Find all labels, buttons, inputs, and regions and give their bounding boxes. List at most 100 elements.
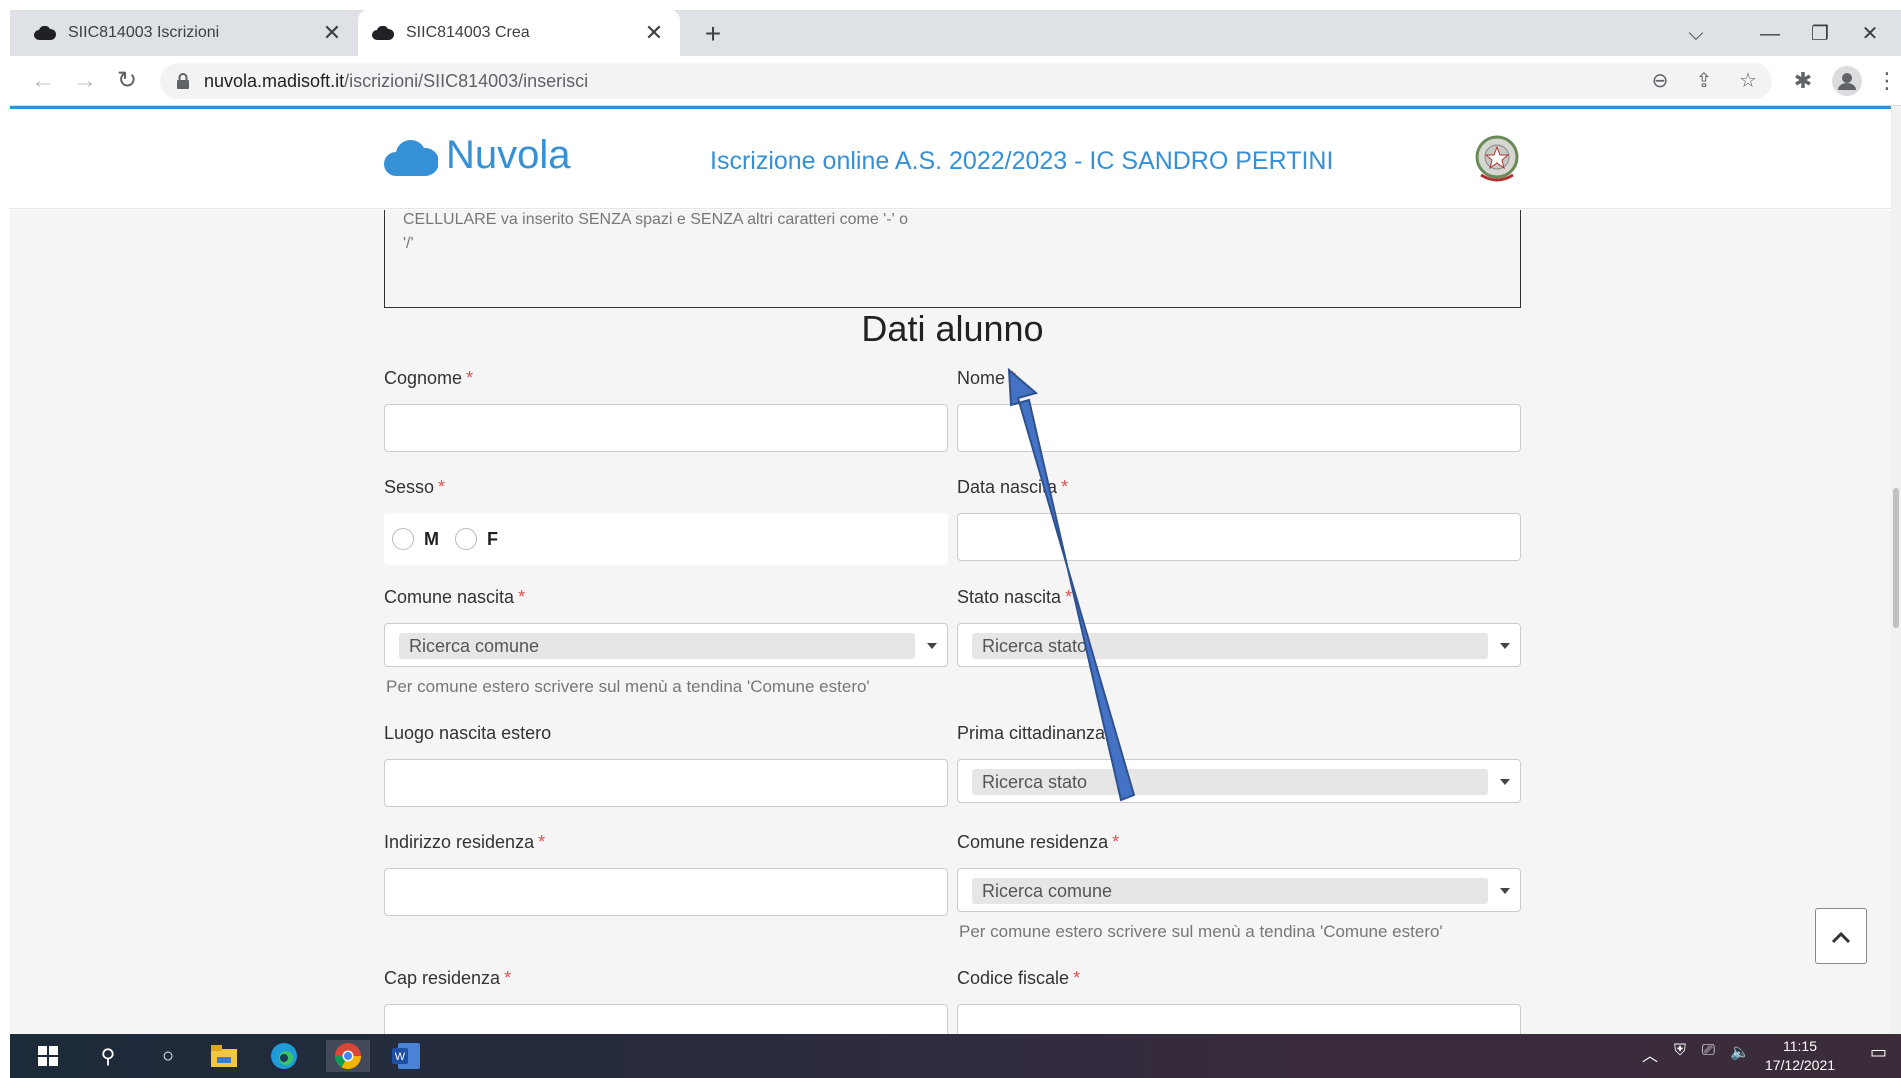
- menu-kebab-icon[interactable]: ⋮: [1872, 66, 1901, 96]
- edge-browser-icon[interactable]: [266, 1040, 302, 1072]
- windows-taskbar: ⚲ ○ W ︿ ⛨ ⎚ 🔈 11:15 17/12/2021 ▭: [10, 1034, 1901, 1078]
- file-explorer-icon[interactable]: [206, 1040, 242, 1072]
- italian-republic-emblem-icon: [1473, 133, 1521, 185]
- field-nome: Nome *: [957, 368, 1521, 452]
- extensions-icon[interactable]: ✱: [1788, 66, 1818, 96]
- taskbar-clock[interactable]: 11:15 17/12/2021: [1750, 1037, 1850, 1075]
- prima-cittadinanza-select[interactable]: Ricerca stato: [957, 759, 1521, 803]
- page-scrollbar[interactable]: [1891, 106, 1901, 1034]
- select-placeholder: Ricerca stato: [972, 769, 1488, 795]
- page-title: Iscrizione online A.S. 2022/2023 - IC SA…: [710, 147, 1334, 175]
- field-label: Cognome: [384, 368, 463, 388]
- select-placeholder: Ricerca comune: [399, 633, 915, 659]
- bookmark-star-icon[interactable]: ☆: [1736, 69, 1760, 93]
- scroll-to-top-button[interactable]: [1815, 908, 1867, 964]
- cap-residenza-input[interactable]: [384, 1004, 948, 1034]
- browser-toolbar: ← → ↻ nuvola.madisoft.it/iscrizioni/SIIC…: [10, 56, 1901, 106]
- back-icon[interactable]: ←: [28, 66, 58, 96]
- task-view-icon[interactable]: ○: [150, 1040, 186, 1072]
- tab-strip: SIIC814003 Iscrizioni ✕ SIIC814003 Crea …: [10, 10, 1901, 56]
- field-label: Comune nascita: [384, 587, 515, 607]
- luogo-nascita-estero-input[interactable]: [384, 759, 948, 807]
- tab-crea[interactable]: SIIC814003 Crea ✕: [358, 10, 680, 56]
- help-text: Per comune estero scrivere sul menù a te…: [959, 922, 1443, 941]
- share-icon[interactable]: ⇪: [1692, 69, 1716, 93]
- word-icon[interactable]: W: [388, 1040, 424, 1072]
- required-mark: *: [1009, 368, 1017, 388]
- comune-nascita-select[interactable]: Ricerca comune: [384, 623, 948, 667]
- required-mark: *: [1109, 723, 1117, 743]
- sesso-radio-m[interactable]: [392, 528, 414, 550]
- cloud-icon: [34, 26, 56, 40]
- address-bar[interactable]: nuvola.madisoft.it/iscrizioni/SIIC814003…: [160, 63, 1772, 99]
- help-text: Per comune estero scrivere sul menù a te…: [386, 677, 870, 696]
- field-label: Sesso: [384, 477, 435, 497]
- profile-avatar-icon[interactable]: [1832, 66, 1862, 96]
- required-mark: *: [1061, 477, 1069, 497]
- window-close-button[interactable]: ✕: [1850, 20, 1890, 48]
- url-path: /iscrizioni/SIIC814003/inserisci: [344, 70, 589, 91]
- data-nascita-input[interactable]: [957, 513, 1521, 561]
- required-mark: *: [466, 368, 474, 388]
- section-title: Dati alunno: [861, 308, 1044, 349]
- notice-line: CELLULARE va inserito SENZA spazi e SENZ…: [403, 211, 908, 228]
- indirizzo-residenza-input[interactable]: [384, 868, 948, 916]
- caret-down-icon: [1500, 888, 1510, 894]
- field-comune-nascita: Comune nascita * Ricerca comune Per comun…: [384, 587, 948, 697]
- field-label: Data nascita: [957, 477, 1058, 497]
- field-codice-fiscale: Codice fiscale *: [957, 968, 1521, 1034]
- lock-icon: [176, 73, 190, 89]
- url-text: nuvola.madisoft.it/iscrizioni/SIIC814003…: [204, 71, 588, 92]
- chevron-up-icon: [1831, 931, 1851, 944]
- network-icon[interactable]: ⎚: [1702, 1042, 1715, 1060]
- new-tab-button[interactable]: +: [698, 20, 728, 48]
- tab-search-icon[interactable]: ⌵: [1676, 20, 1716, 48]
- field-label: Nome: [957, 368, 1006, 388]
- required-mark: *: [538, 832, 546, 852]
- required-mark: *: [1073, 968, 1081, 988]
- chevron-up-tray-icon[interactable]: ︿: [1642, 1042, 1658, 1066]
- required-mark: *: [1065, 587, 1073, 607]
- field-indirizzo-residenza: Indirizzo residenza *: [384, 832, 948, 916]
- close-icon[interactable]: ✕: [642, 20, 666, 46]
- restore-button[interactable]: ❐: [1800, 20, 1840, 48]
- url-host: nuvola.madisoft.it: [204, 70, 345, 91]
- codice-fiscale-input[interactable]: [957, 1004, 1521, 1034]
- cloud-icon: [372, 26, 394, 40]
- caret-down-icon: [1500, 779, 1510, 785]
- tab-iscrizioni[interactable]: SIIC814003 Iscrizioni ✕: [20, 10, 358, 56]
- field-sesso: Sesso * M F: [384, 477, 948, 565]
- cognome-input[interactable]: [384, 404, 948, 452]
- forward-icon[interactable]: →: [70, 66, 100, 96]
- nuvola-logo[interactable]: Nuvola: [384, 133, 571, 178]
- volume-icon[interactable]: 🔈: [1730, 1042, 1750, 1062]
- scrollbar-thumb[interactable]: [1893, 488, 1899, 628]
- form-content: CELLULARE va inserito SENZA spazi e SENZ…: [10, 210, 1891, 1034]
- stato-nascita-select[interactable]: Ricerca stato: [957, 623, 1521, 667]
- field-label: Prima cittadinanza: [957, 723, 1106, 743]
- windows-start-icon[interactable]: [30, 1040, 66, 1072]
- close-icon[interactable]: ✕: [320, 20, 344, 46]
- select-placeholder: Ricerca stato: [972, 633, 1488, 659]
- zoom-icon[interactable]: ⊖: [1648, 69, 1672, 93]
- tab-title: SIIC814003 Crea: [406, 24, 530, 41]
- field-data-nascita: Data nascita *: [957, 477, 1521, 561]
- window-frame: [0, 0, 1901, 10]
- minimize-button[interactable]: —: [1750, 20, 1790, 48]
- sesso-radio-f[interactable]: [455, 528, 477, 550]
- comune-residenza-select[interactable]: Ricerca comune: [957, 868, 1521, 912]
- required-mark: *: [518, 587, 526, 607]
- clock-date: 17/12/2021: [1764, 1057, 1836, 1073]
- tab-title: SIIC814003 Iscrizioni: [68, 24, 220, 41]
- field-label: Comune residenza: [957, 832, 1109, 852]
- field-comune-residenza: Comune residenza * Ricerca comune Per com…: [957, 832, 1521, 942]
- radio-label: M: [424, 528, 439, 549]
- notifications-icon[interactable]: ▭: [1870, 1042, 1887, 1063]
- svg-text:W: W: [395, 1051, 406, 1063]
- nome-input[interactable]: [957, 404, 1521, 452]
- caret-down-icon: [927, 643, 937, 649]
- search-icon[interactable]: ⚲: [90, 1040, 126, 1072]
- reload-icon[interactable]: ↻: [112, 66, 142, 96]
- defender-shield-icon[interactable]: ⛨: [1674, 1042, 1686, 1060]
- chrome-browser-icon[interactable]: [326, 1040, 370, 1072]
